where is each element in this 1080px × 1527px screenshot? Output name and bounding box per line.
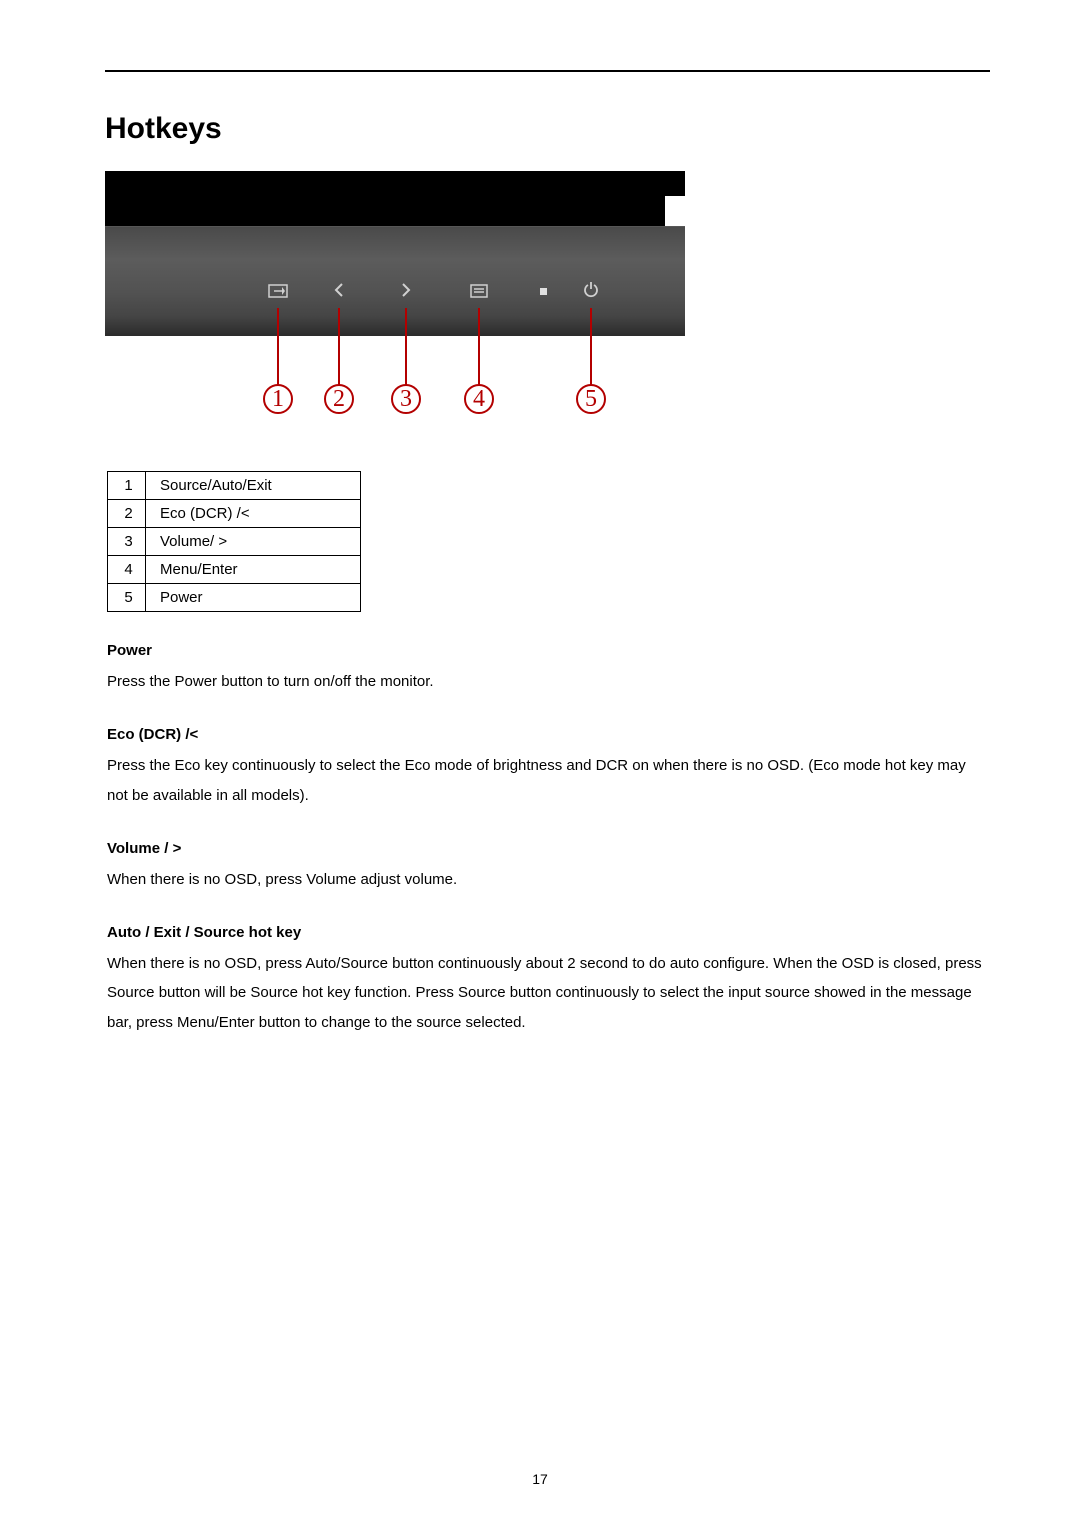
cell-num: 1 <box>108 472 146 500</box>
table-row: 4 Menu/Enter <box>108 556 361 584</box>
section-heading: Auto / Exit / Source hot key <box>107 924 990 941</box>
table-row: 5 Power <box>108 584 361 612</box>
section-heading: Eco (DCR) /< <box>107 726 990 743</box>
callout-3: 3 <box>391 384 421 414</box>
callout-line-1 <box>277 308 279 386</box>
section-body: When there is no OSD, press Auto/Source … <box>107 949 990 1037</box>
cell-label: Menu/Enter <box>146 556 361 584</box>
table-row: 2 Eco (DCR) /< <box>108 500 361 528</box>
button-icons-row <box>105 226 685 336</box>
status-led <box>540 288 547 295</box>
chevron-left-icon <box>333 282 345 298</box>
cell-label: Volume/ > <box>146 528 361 556</box>
section-heading: Power <box>107 642 990 659</box>
callout-4: 4 <box>464 384 494 414</box>
section-heading: Volume / > <box>107 840 990 857</box>
callout-2: 2 <box>324 384 354 414</box>
cell-num: 5 <box>108 584 146 612</box>
page-number: 17 <box>0 1471 1080 1487</box>
table-row: 3 Volume/ > <box>108 528 361 556</box>
callout-line-2 <box>338 308 340 386</box>
section-body: When there is no OSD, press Volume adjus… <box>107 865 990 894</box>
bezel-top <box>105 171 665 226</box>
section-eco: Eco (DCR) /< Press the Eco key continuou… <box>107 726 990 810</box>
section-body: Press the Eco key continuously to select… <box>107 751 990 810</box>
power-icon <box>583 282 599 298</box>
cell-label: Power <box>146 584 361 612</box>
section-volume: Volume / > When there is no OSD, press V… <box>107 840 990 894</box>
callout-1: 1 <box>263 384 293 414</box>
hotkeys-figure: 1 2 3 4 5 <box>105 171 685 436</box>
callouts: 1 2 3 4 5 <box>105 336 685 436</box>
chevron-right-icon <box>400 282 412 298</box>
source-icon <box>268 284 288 298</box>
page: Hotkeys <box>0 0 1080 1527</box>
callout-5: 5 <box>576 384 606 414</box>
cell-num: 4 <box>108 556 146 584</box>
section-auto-exit-source: Auto / Exit / Source hot key When there … <box>107 924 990 1037</box>
section-body: Press the Power button to turn on/off th… <box>107 667 990 696</box>
hotkey-table: 1 Source/Auto/Exit 2 Eco (DCR) /< 3 Volu… <box>107 471 361 612</box>
monitor-bezel <box>105 171 685 336</box>
top-rule <box>105 70 990 72</box>
section-power: Power Press the Power button to turn on/… <box>107 642 990 696</box>
callout-line-5 <box>590 308 592 386</box>
cell-label: Source/Auto/Exit <box>146 472 361 500</box>
cell-num: 2 <box>108 500 146 528</box>
cell-label: Eco (DCR) /< <box>146 500 361 528</box>
menu-icon <box>470 284 488 298</box>
cell-num: 3 <box>108 528 146 556</box>
callout-line-3 <box>405 308 407 386</box>
page-title: Hotkeys <box>105 112 990 146</box>
table-row: 1 Source/Auto/Exit <box>108 472 361 500</box>
callout-line-4 <box>478 308 480 386</box>
